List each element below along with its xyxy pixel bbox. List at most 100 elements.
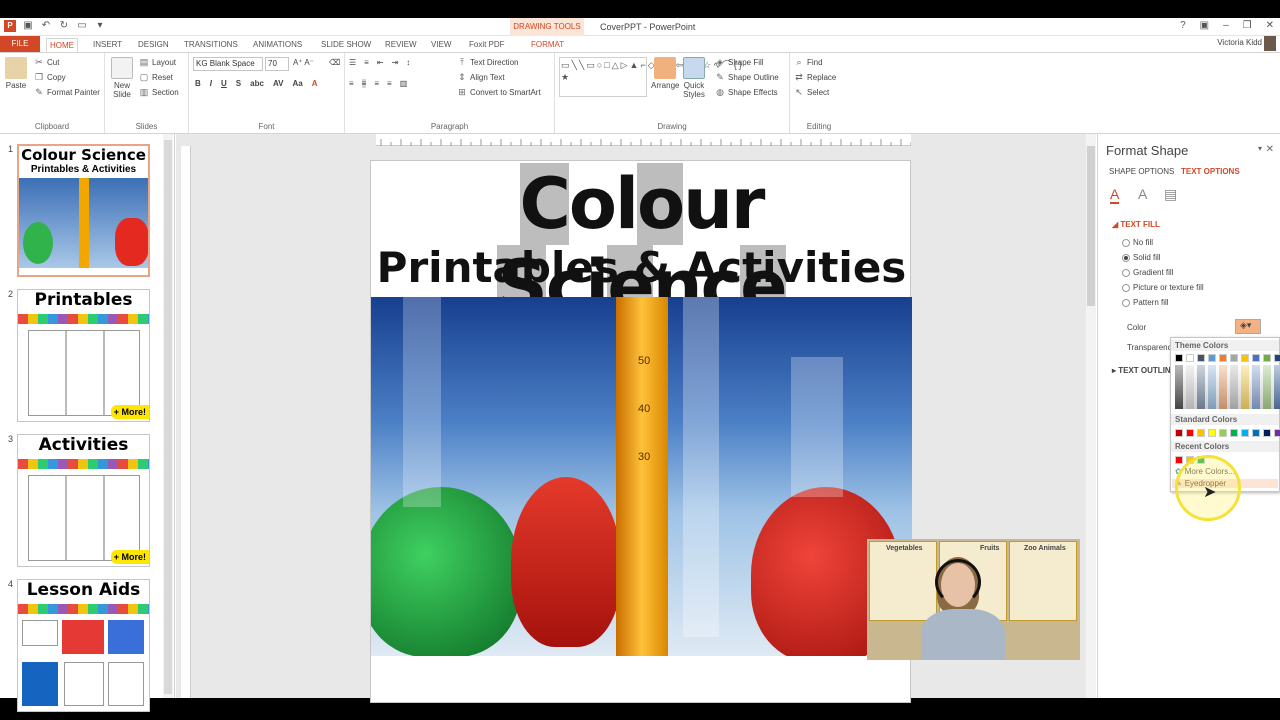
standard-color-swatch[interactable] (1252, 429, 1260, 437)
theme-color-swatch[interactable] (1208, 354, 1216, 362)
no-fill-radio[interactable]: No fill (1122, 238, 1153, 247)
recent-color-swatch[interactable] (1175, 456, 1183, 464)
tab-review[interactable]: REVIEW (382, 38, 420, 52)
save-icon[interactable]: ▣ (22, 20, 34, 32)
tab-format[interactable]: FORMAT (528, 38, 567, 52)
slide-subtitle[interactable]: Printables & Activities (371, 243, 912, 292)
color-dropdown-button[interactable]: ◈▾ (1235, 319, 1261, 334)
align-center-icon[interactable]: ≡ (361, 79, 367, 88)
standard-color-swatch[interactable] (1175, 429, 1183, 437)
new-slide-button[interactable]: New Slide (111, 57, 133, 99)
redo-icon[interactable]: ↻ (58, 20, 70, 32)
standard-color-swatch[interactable] (1186, 429, 1194, 437)
standard-color-swatch[interactable] (1208, 429, 1216, 437)
picture-fill-radio[interactable]: Picture or texture fill (1122, 283, 1204, 292)
numbering-icon[interactable]: ≡ (364, 58, 369, 67)
standard-color-swatch[interactable] (1241, 429, 1249, 437)
slide-thumbnail-3[interactable]: Activities + More! (17, 434, 150, 567)
arrange-button[interactable]: Arrange (651, 57, 679, 90)
slide-thumbnail-2[interactable]: Printables + More! (17, 289, 150, 422)
text-direction-button[interactable]: ⤒ Text Direction (457, 57, 518, 67)
shapes-gallery[interactable]: ▭╲╲▭○□△▷▲⌐◇⇨⇩⇦△▷☆∿⌒{}★ (559, 57, 742, 97)
tab-text-options[interactable]: TEXT OPTIONS (1181, 167, 1240, 176)
scrollbar-thumb[interactable] (1087, 146, 1095, 306)
pattern-fill-radio[interactable]: Pattern fill (1122, 298, 1169, 307)
line-spacing-icon[interactable]: ↕ (406, 58, 410, 67)
italic-icon[interactable]: I (210, 79, 212, 88)
help-icon[interactable]: ? (1180, 20, 1186, 31)
decrease-indent-icon[interactable]: ⇤ (377, 58, 384, 67)
change-case-icon[interactable]: Aa (292, 79, 302, 88)
text-fill-section[interactable]: ◢ TEXT FILL (1112, 220, 1160, 229)
text-outline-section[interactable]: ▸ TEXT OUTLIN (1112, 366, 1171, 375)
shadow-icon[interactable]: S (236, 79, 241, 88)
align-right-icon[interactable]: ≡ (374, 79, 379, 88)
justify-icon[interactable]: ≡ (387, 79, 392, 88)
tab-foxit-pdf[interactable]: Foxit PDF (466, 38, 508, 52)
theme-color-swatch[interactable] (1197, 354, 1205, 362)
tab-design[interactable]: DESIGN (135, 38, 172, 52)
undo-icon[interactable]: ↶ (40, 20, 52, 32)
standard-color-swatch[interactable] (1230, 429, 1238, 437)
grow-font-button[interactable]: A⁺ A⁻ (293, 58, 314, 67)
theme-color-swatch[interactable] (1175, 354, 1183, 362)
editor-scrollbar[interactable] (1086, 134, 1096, 698)
close-icon[interactable]: ✕ (1266, 144, 1274, 155)
increase-indent-icon[interactable]: ⇥ (392, 58, 399, 67)
select-button[interactable]: ↖ Select (794, 87, 829, 97)
shape-effects-button[interactable]: ◍ Shape Effects (715, 87, 778, 97)
bold-icon[interactable]: B (195, 79, 201, 88)
cut-button[interactable]: ✂ Cut (34, 57, 59, 67)
gradient-fill-radio[interactable]: Gradient fill (1122, 268, 1173, 277)
slide-canvas[interactable]: Colour Science Printables & Activities 5… (370, 160, 912, 703)
convert-smartart-button[interactable]: ⊞ Convert to SmartArt (457, 87, 540, 97)
scrollbar-thumb[interactable] (164, 140, 172, 694)
shape-fill-button[interactable]: ◈ Shape Fill (715, 57, 764, 67)
tab-view[interactable]: VIEW (428, 38, 454, 52)
strikethrough-icon[interactable]: abc (250, 79, 264, 88)
start-from-beginning-icon[interactable]: ▭ (76, 20, 88, 32)
user-name[interactable]: Victoria Kidd (1217, 38, 1262, 47)
standard-color-swatch[interactable] (1197, 429, 1205, 437)
tab-home[interactable]: HOME (46, 38, 78, 52)
format-painter-button[interactable]: ✎ Format Painter (34, 87, 100, 97)
restore-button[interactable]: ❐ (1243, 20, 1252, 31)
tab-insert[interactable]: INSERT (90, 38, 125, 52)
tab-shape-options[interactable]: SHAPE OPTIONS (1109, 167, 1174, 176)
theme-color-swatch[interactable] (1219, 354, 1227, 362)
font-size-input[interactable]: 70 (265, 57, 289, 71)
close-button[interactable]: ✕ (1266, 20, 1274, 31)
avatar[interactable] (1264, 36, 1276, 51)
theme-color-swatch[interactable] (1274, 354, 1280, 362)
textbox-icon[interactable]: ▤ (1164, 186, 1177, 203)
font-name-input[interactable]: KG Blank Space (193, 57, 263, 71)
reset-button[interactable]: ▢ Reset (139, 72, 173, 82)
thumbnail-scrollbar[interactable] (163, 134, 173, 698)
align-left-icon[interactable]: ≡ (349, 79, 354, 88)
customize-qat-icon[interactable]: ▾ (94, 20, 106, 32)
standard-color-swatch[interactable] (1263, 429, 1271, 437)
find-button[interactable]: ⌕ Find (794, 57, 822, 67)
underline-icon[interactable]: U (221, 79, 227, 88)
lab-glassware-photo[interactable]: 50 40 30 (371, 297, 912, 656)
tab-transitions[interactable]: TRANSITIONS (181, 38, 241, 52)
bullets-icon[interactable]: ☰ (349, 58, 356, 67)
slide-thumbnail-4[interactable]: Lesson Aids (17, 579, 150, 712)
tab-animations[interactable]: ANIMATIONS (250, 38, 305, 52)
shape-outline-button[interactable]: ✎ Shape Outline (715, 72, 778, 82)
pane-options-icon[interactable]: ▾ (1258, 144, 1262, 153)
slide-thumbnail-1[interactable]: Colour Science Printables & Activities (17, 144, 150, 277)
theme-color-swatch[interactable] (1186, 354, 1194, 362)
standard-color-swatch[interactable] (1274, 429, 1280, 437)
minimize-button[interactable]: – (1223, 20, 1229, 31)
section-button[interactable]: ▥ Section (139, 87, 179, 97)
tab-slide-show[interactable]: SLIDE SHOW (318, 38, 374, 52)
solid-fill-radio[interactable]: Solid fill (1122, 253, 1161, 262)
clear-formatting-icon[interactable]: ⌫ (329, 58, 340, 67)
tab-file[interactable]: FILE (0, 36, 40, 52)
columns-icon[interactable]: ▥ (400, 79, 408, 88)
ribbon-display-icon[interactable]: ▣ (1200, 20, 1209, 31)
theme-color-swatch[interactable] (1241, 354, 1249, 362)
align-text-button[interactable]: ⇕ Align Text (457, 72, 504, 82)
replace-button[interactable]: ⇄ Replace (794, 72, 836, 82)
